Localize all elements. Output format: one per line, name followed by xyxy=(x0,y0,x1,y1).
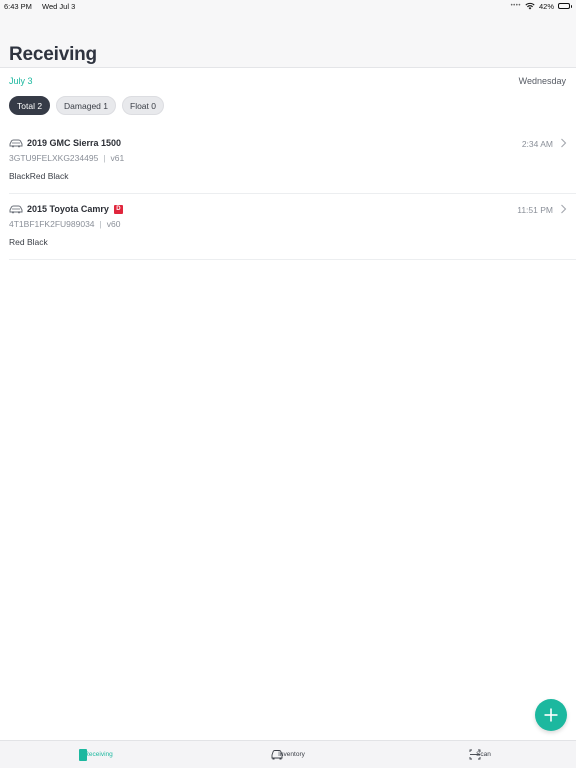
signal-dots-icon: •••• xyxy=(510,3,521,9)
tab-scan[interactable]: Scan xyxy=(384,741,576,768)
vehicle-vin-line: 3GTU9FELXKG234495 | v61 xyxy=(9,153,124,163)
damage-badge: D xyxy=(113,204,123,214)
filter-total-pill[interactable]: Total 2 xyxy=(9,96,51,115)
vehicle-list: 2019 GMC Sierra 1500 3GTU9FELXKG234495 | v… xyxy=(0,128,576,260)
tab-receiving-label: Receiving xyxy=(84,751,113,758)
vehicle-colors: BlackRed Black xyxy=(9,171,69,181)
battery-percent: 42% xyxy=(538,1,554,11)
tab-inventory-label: Inventory xyxy=(278,751,305,758)
vehicle-time: 11:51 PM xyxy=(517,205,553,215)
vehicle-row[interactable]: 2019 GMC Sierra 1500 3GTU9FELXKG234495 | v… xyxy=(9,128,576,194)
car-icon xyxy=(9,139,23,148)
navigation-header: Receiving xyxy=(0,12,576,68)
vehicle-vin: 4T1BF1FK2FU989034 xyxy=(9,219,95,229)
page-title: Receiving xyxy=(9,44,97,65)
vehicle-name: 2019 GMC Sierra 1500 xyxy=(27,138,122,148)
vin-separator: | xyxy=(103,153,106,163)
vehicle-time: 2:34 AM xyxy=(521,139,553,149)
status-date: Wed Jul 3 xyxy=(42,1,76,11)
status-time: 6:43 PM xyxy=(4,1,32,11)
battery-icon xyxy=(558,3,572,9)
tab-bar: Receiving Inventory Scan xyxy=(0,740,576,768)
vehicle-title: 2015 Toyota Camry D xyxy=(9,204,123,214)
status-bar: 6:43 PM Wed Jul 3 •••• 42% xyxy=(0,0,576,12)
add-vehicle-button[interactable] xyxy=(535,699,567,731)
car-icon xyxy=(9,205,23,214)
vehicle-row[interactable]: 2015 Toyota Camry D 4T1BF1FK2FU989034 | v6… xyxy=(9,194,576,260)
vehicle-stock: v60 xyxy=(106,219,121,229)
filter-damaged-pill[interactable]: Damaged 1 xyxy=(56,96,116,115)
date-row: July 3 Wednesday xyxy=(9,76,566,86)
filter-pills: Total 2 Damaged 1 Float 0 xyxy=(9,96,164,115)
vehicle-vin-line: 4T1BF1FK2FU989034 | v60 xyxy=(9,219,120,229)
status-left: 6:43 PM Wed Jul 3 xyxy=(4,2,83,11)
vin-separator: | xyxy=(99,219,102,229)
vehicle-vin: 3GTU9FELXKG234495 xyxy=(9,153,99,163)
date-label: July 3 xyxy=(9,76,33,86)
chevron-right-icon xyxy=(561,138,567,148)
tab-inventory[interactable]: Inventory xyxy=(192,741,384,768)
vehicle-stock: v61 xyxy=(110,153,125,163)
plus-icon xyxy=(544,708,558,722)
tab-scan-label: Scan xyxy=(476,751,491,758)
chevron-right-icon xyxy=(561,204,567,214)
wifi-icon xyxy=(525,2,535,10)
vehicle-name: 2015 Toyota Camry xyxy=(27,204,109,214)
vehicle-colors: Red Black xyxy=(9,237,48,247)
weekday-label: Wednesday xyxy=(518,76,566,86)
filter-float-pill[interactable]: Float 0 xyxy=(122,96,164,115)
vehicle-title: 2019 GMC Sierra 1500 xyxy=(9,138,121,148)
tab-receiving[interactable]: Receiving xyxy=(0,741,192,768)
status-right: •••• 42% xyxy=(511,2,572,11)
